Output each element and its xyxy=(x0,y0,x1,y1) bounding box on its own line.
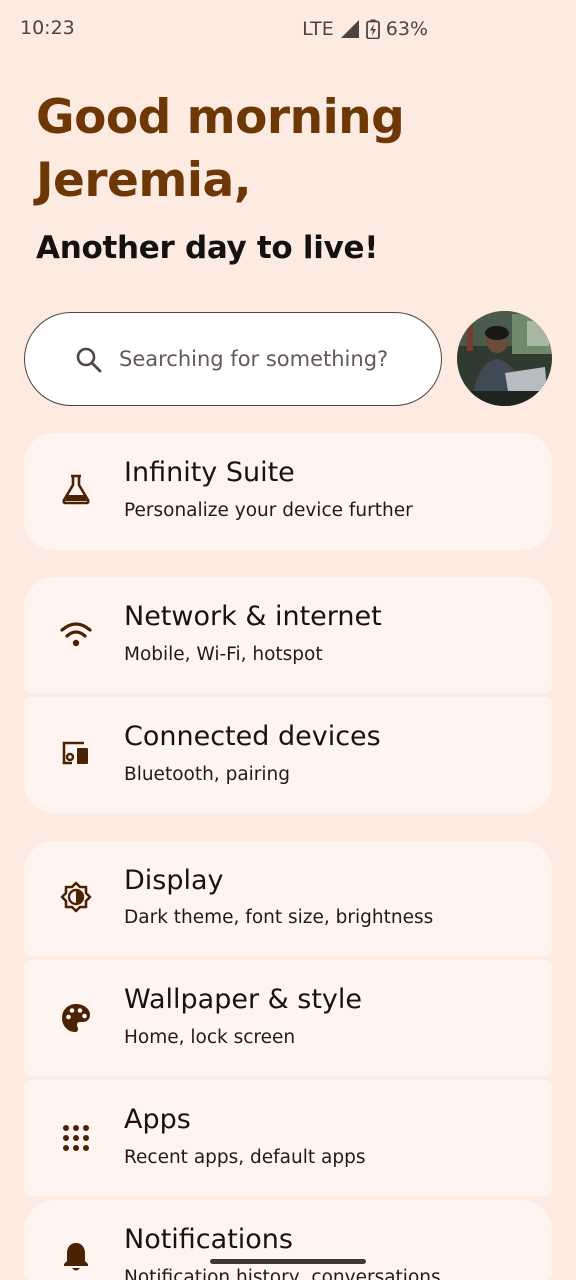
search-input[interactable] xyxy=(119,341,429,377)
connected-devices-icon xyxy=(62,741,88,765)
brightness-icon xyxy=(60,881,92,913)
setting-title: Infinity Suite xyxy=(124,457,295,488)
setting-display[interactable]: Display Dark theme, font size, brightnes… xyxy=(24,841,552,956)
greeting-line-2: Jeremia, xyxy=(36,153,252,208)
setting-title: Connected devices xyxy=(124,721,381,752)
setting-title: Wallpaper & style xyxy=(124,984,363,1015)
settings-screen: 10:23 LTE 63% Good morning Jeremia, Anot… xyxy=(0,0,576,1280)
setting-infinity-suite[interactable]: Infinity Suite Personalize your device f… xyxy=(24,433,552,550)
setting-network-internet[interactable]: Network & internet Mobile, Wi-Fi, hotspo… xyxy=(24,577,552,693)
status-indicators: LTE 63% xyxy=(302,18,428,40)
battery-charging-icon xyxy=(365,19,380,39)
setting-title: Notifications xyxy=(124,1224,293,1255)
setting-subtitle: Dark theme, font size, brightness xyxy=(124,907,434,928)
search-bar[interactable] xyxy=(24,312,442,406)
greeting-subtitle: Another day to live! xyxy=(36,230,379,266)
profile-avatar[interactable] xyxy=(457,311,552,406)
palette-icon xyxy=(62,1004,90,1032)
gesture-navigation-bar[interactable] xyxy=(210,1259,366,1264)
wifi-icon xyxy=(60,622,92,647)
setting-apps[interactable]: Apps Recent apps, default apps xyxy=(24,1080,552,1196)
setting-subtitle: Personalize your device further xyxy=(124,500,413,521)
setting-subtitle: Recent apps, default apps xyxy=(124,1147,366,1168)
setting-title: Apps xyxy=(124,1104,191,1135)
setting-notifications[interactable]: Notifications Notification history, conv… xyxy=(24,1200,552,1280)
status-time: 10:23 xyxy=(20,17,75,39)
setting-wallpaper-style[interactable]: Wallpaper & style Home, lock screen xyxy=(24,960,552,1076)
flask-icon xyxy=(62,474,90,505)
setting-connected-devices[interactable]: Connected devices Bluetooth, pairing xyxy=(24,697,552,813)
bell-icon xyxy=(64,1243,88,1271)
search-icon[interactable] xyxy=(75,346,103,374)
setting-title: Display xyxy=(124,865,224,896)
avatar-photo xyxy=(457,311,552,406)
setting-subtitle: Notification history, conversations xyxy=(124,1267,441,1280)
network-type: LTE xyxy=(302,18,334,40)
signal-icon xyxy=(340,20,359,38)
setting-subtitle: Home, lock screen xyxy=(124,1027,296,1048)
setting-title: Network & internet xyxy=(124,601,382,632)
greeting-line-1: Good morning xyxy=(36,90,405,145)
greeting-title: Good morning Jeremia, xyxy=(36,86,556,212)
battery-level: 63% xyxy=(385,18,428,40)
setting-subtitle: Mobile, Wi-Fi, hotspot xyxy=(124,644,323,665)
setting-subtitle: Bluetooth, pairing xyxy=(124,764,291,785)
apps-grid-icon xyxy=(63,1125,89,1151)
